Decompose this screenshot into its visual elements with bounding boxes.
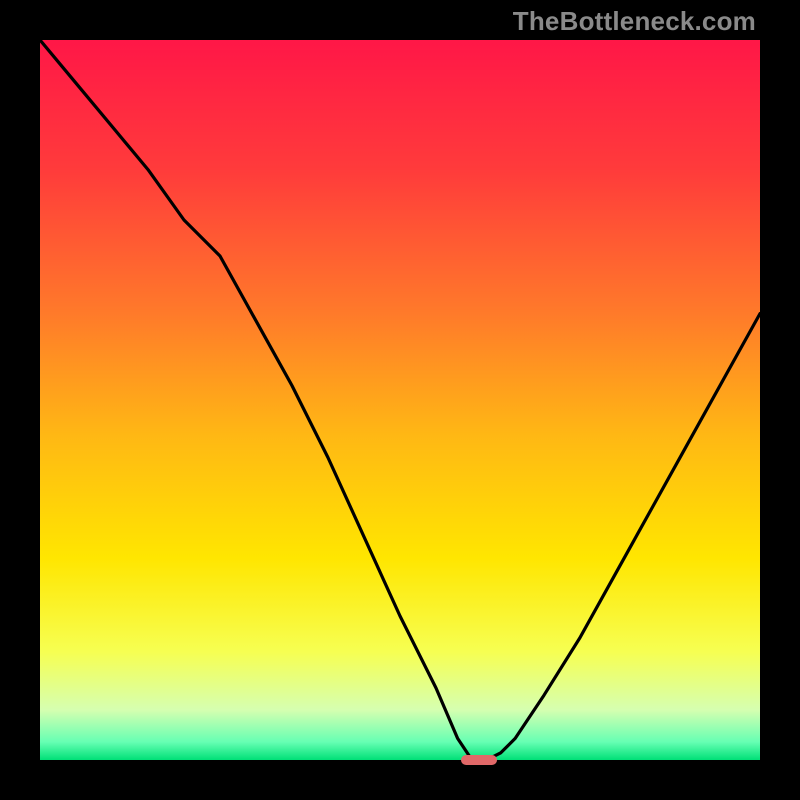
optimal-marker [461,755,497,766]
watermark-text: TheBottleneck.com [513,6,756,37]
plot-area [40,40,760,760]
bottleneck-curve [40,40,760,760]
chart-frame: TheBottleneck.com [0,0,800,800]
